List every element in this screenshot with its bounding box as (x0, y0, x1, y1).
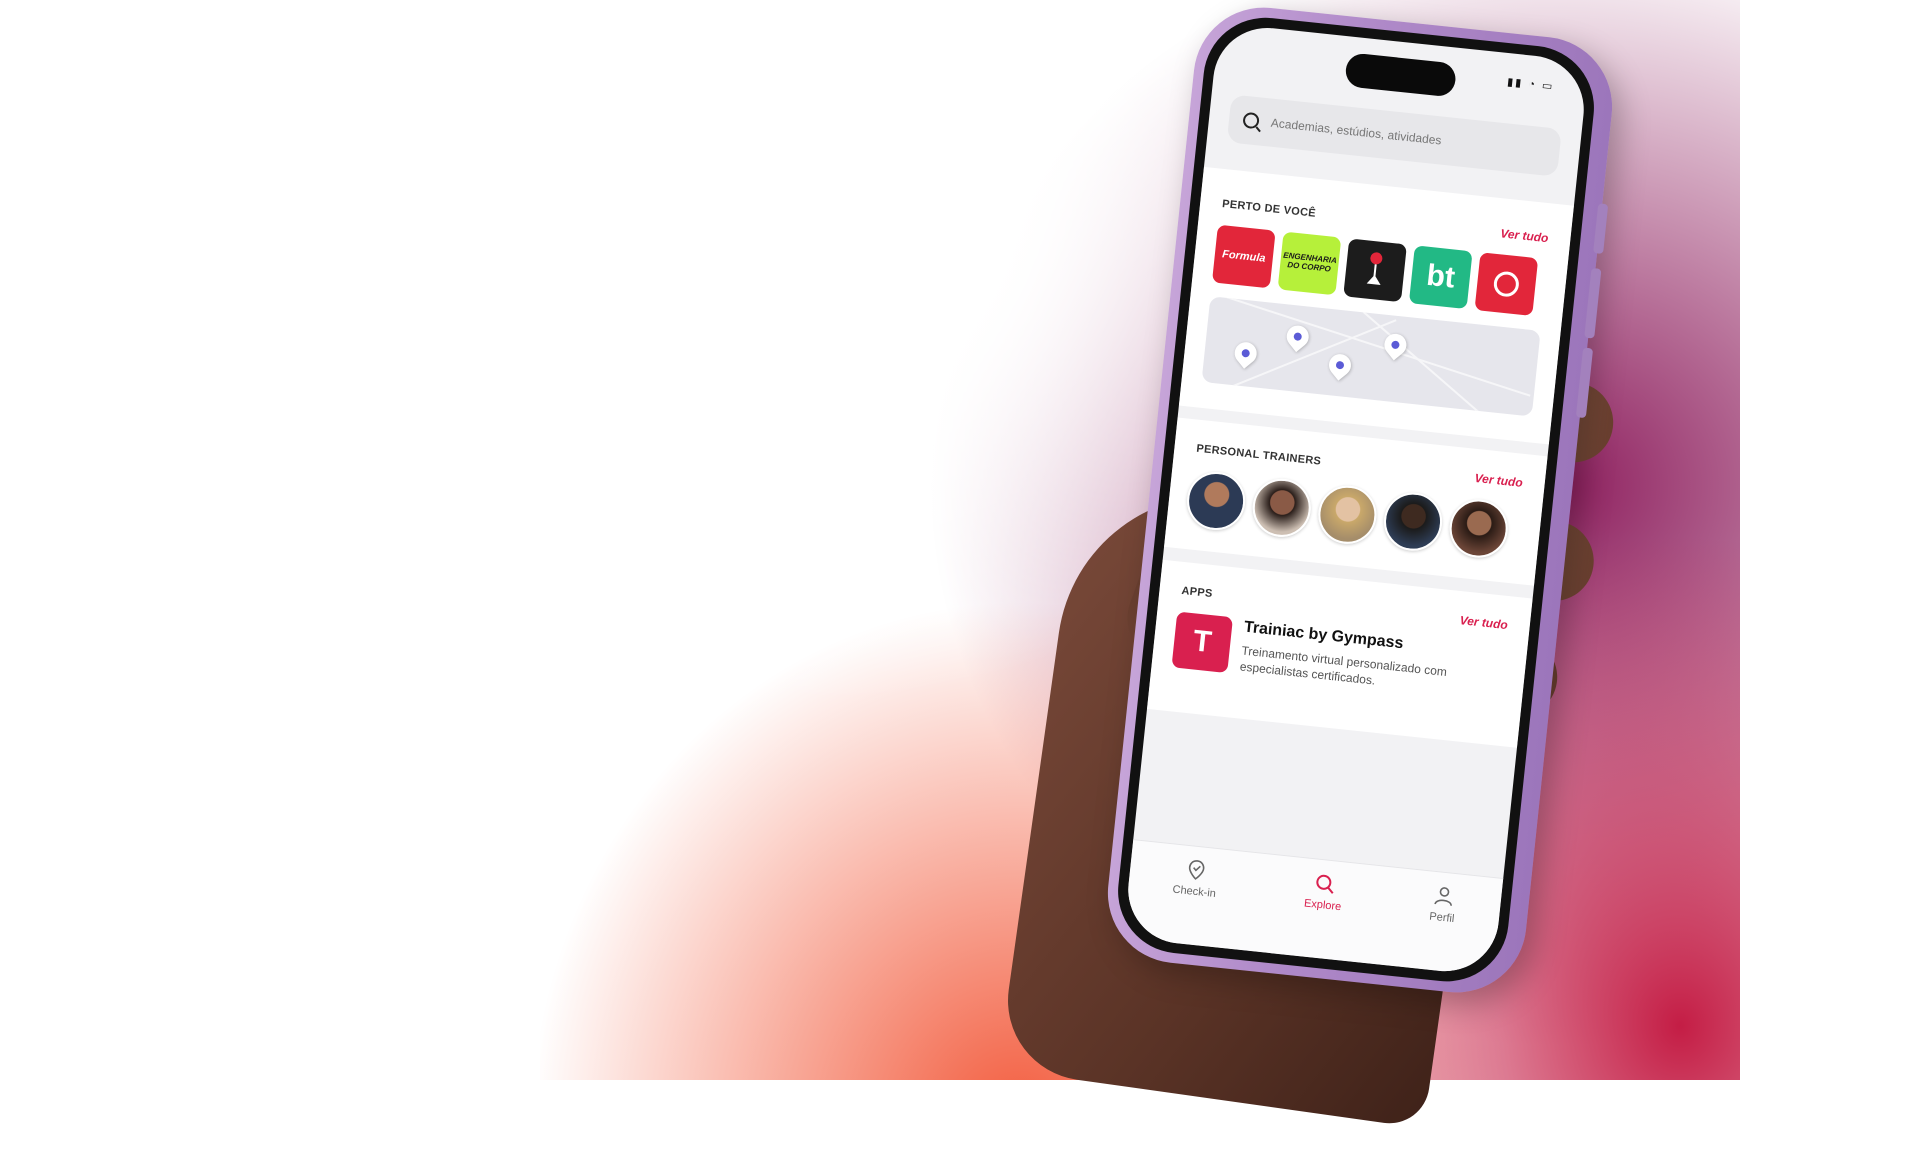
search-icon (1242, 111, 1260, 130)
tab-check-in[interactable]: Check-in (1172, 857, 1219, 900)
app-info: Trainiac by Gympass Treinamento virtual … (1239, 619, 1507, 703)
map-road (1214, 296, 1531, 397)
person-icon (1434, 887, 1452, 906)
trainers-section: PERSONAL TRAINERS Ver tudo (1164, 417, 1548, 586)
trainers-see-all-link[interactable]: Ver tudo (1474, 471, 1523, 490)
map-preview[interactable] (1201, 296, 1541, 417)
nearby-title: PERTO DE VOCÊ (1221, 198, 1317, 220)
gym-logo-label: bt (1424, 258, 1457, 295)
map-pin-icon[interactable] (1230, 337, 1262, 369)
gym-logo-engenharia-do-corpo[interactable]: ENGENHARIA DO CORPO (1277, 231, 1342, 296)
tab-label: Check-in (1171, 883, 1217, 901)
status-bar-icons: ▮▮ ◔ ▭ (1506, 76, 1555, 94)
apps-title: APPS (1180, 584, 1214, 601)
tab-label: Perfil (1428, 910, 1455, 926)
gym-logo-formula[interactable]: Formula (1211, 224, 1276, 289)
trainer-avatar[interactable] (1446, 496, 1511, 561)
trainer-avatar[interactable] (1381, 489, 1445, 554)
search-input[interactable] (1268, 114, 1547, 160)
map-road (1348, 298, 1501, 417)
apps-see-all-link[interactable]: Ver tudo (1459, 613, 1508, 632)
nearby-section: PERTO DE VOCÊ Ver tudo Formula ENGENHARI… (1178, 166, 1574, 445)
check-in-pin-icon (1188, 860, 1205, 880)
gym-logo-icon (1493, 271, 1519, 297)
trainiac-app-icon: T (1171, 611, 1234, 674)
map-pin-icon[interactable] (1324, 349, 1356, 381)
gym-logo-dark[interactable] (1343, 238, 1407, 303)
gym-logo-red[interactable] (1474, 252, 1539, 316)
nearby-see-all-link[interactable]: Ver tudo (1500, 226, 1549, 245)
map-pin-icon[interactable] (1282, 321, 1314, 353)
tab-perfil[interactable]: Perfil (1429, 884, 1458, 925)
dynamic-island (1344, 52, 1458, 98)
figure-logo-icon (1366, 252, 1383, 285)
trainer-avatar[interactable] (1184, 469, 1248, 533)
trainers-title: PERSONAL TRAINERS (1195, 442, 1322, 468)
trainer-avatar[interactable] (1315, 482, 1380, 547)
trainer-avatar[interactable] (1249, 475, 1314, 540)
search-icon (1316, 874, 1334, 894)
search-bar[interactable] (1226, 94, 1562, 177)
gym-logo-bt[interactable]: bt (1408, 245, 1473, 310)
gym-logo-label: Formula (1221, 248, 1267, 265)
app-icon-letter: T (1191, 624, 1214, 660)
tab-explore[interactable]: Explore (1303, 871, 1344, 914)
tab-label: Explore (1303, 897, 1342, 914)
gym-logo-label: ENGENHARIA DO CORPO (1282, 250, 1338, 274)
apps-section: APPS Ver tudo T Trainiac by Gympass Trei… (1146, 559, 1533, 748)
